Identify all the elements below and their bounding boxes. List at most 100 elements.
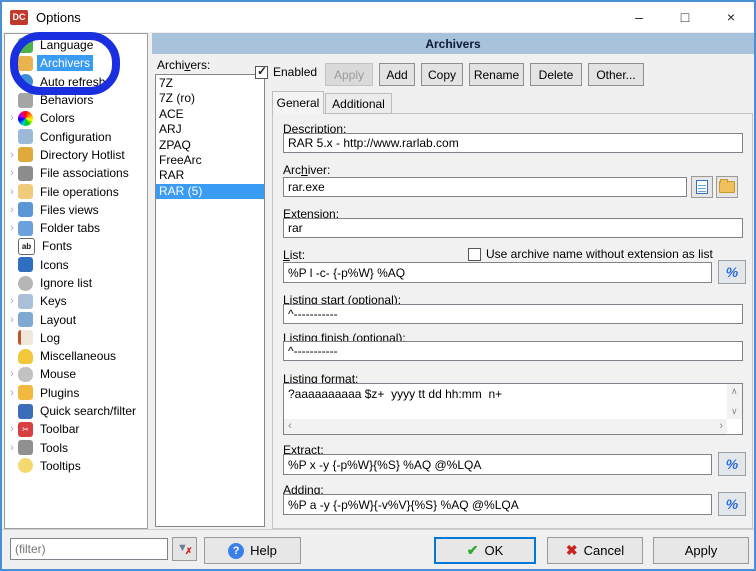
archiver-list-item-zpaq[interactable]: ZPAQ [156, 138, 264, 153]
use-archive-name-checkbox[interactable]: Use archive name without extension as li… [468, 247, 713, 261]
sidebar-item-folder-tabs[interactable]: › Folder tabs [5, 219, 147, 237]
sidebar-item-plugins[interactable]: › Plugins [5, 384, 147, 402]
sidebar-item-behaviors[interactable]: › Behaviors [5, 91, 147, 109]
options-tree: › Language › Archivers › Auto refresh › … [4, 33, 148, 529]
view-file-button[interactable] [691, 176, 713, 198]
sidebar-item-file-associations[interactable]: › File associations [5, 164, 147, 182]
archiver-list-item-rar-5[interactable]: RAR (5) [156, 184, 264, 199]
tree-item-icon [18, 147, 33, 162]
horizontal-scrollbar[interactable]: ‹ › [284, 419, 727, 434]
enabled-checkbox[interactable]: Enabled [255, 65, 317, 79]
sidebar-item-tooltips[interactable]: › Tooltips [5, 457, 147, 475]
adding-variables-button[interactable]: % [718, 492, 746, 516]
chevron-right-icon[interactable]: › [7, 314, 17, 326]
sidebar-item-files-views[interactable]: › Files views [5, 201, 147, 219]
chevron-right-icon[interactable]: › [7, 222, 17, 234]
sidebar-item-file-operations[interactable]: › File operations [5, 182, 147, 200]
close-button[interactable]: × [708, 2, 754, 32]
listing-start-input[interactable] [283, 304, 743, 324]
sidebar-item-auto-refresh[interactable]: › Auto refresh [5, 73, 147, 91]
archiver-list-item-arj[interactable]: ARJ [156, 122, 264, 137]
sidebar-item-mouse[interactable]: › Mouse [5, 365, 147, 383]
scroll-right-icon[interactable]: › [719, 422, 723, 431]
extract-variables-button[interactable]: % [718, 452, 746, 476]
chevron-right-icon[interactable]: › [7, 186, 17, 198]
footer-divider [2, 529, 754, 530]
apply-archiver-button: Apply [325, 63, 373, 86]
adding-command-input[interactable] [283, 494, 712, 515]
sidebar-item-layout[interactable]: › Layout [5, 310, 147, 328]
add-archiver-button[interactable]: Add [379, 63, 415, 86]
ok-button[interactable]: ✔ OK [434, 537, 536, 564]
apply-button[interactable]: Apply [653, 537, 749, 564]
sidebar-item-keys[interactable]: › Keys [5, 292, 147, 310]
chevron-right-icon[interactable]: › [7, 204, 17, 216]
tree-item-icon [18, 129, 33, 144]
extension-input[interactable] [283, 218, 743, 238]
tree-filter-input[interactable] [10, 538, 168, 560]
delete-archiver-button[interactable]: Delete [530, 63, 582, 86]
list-variables-button[interactable]: % [718, 260, 746, 284]
archiver-input[interactable] [283, 177, 687, 197]
tree-item-icon [18, 184, 33, 199]
sidebar-item-configuration[interactable]: › Configuration [5, 127, 147, 145]
chevron-right-icon[interactable]: › [7, 387, 17, 399]
checkbox-unchecked-icon[interactable] [468, 248, 481, 261]
listing-format-value: ?aaaaaaaaaa $z+ yyyy tt dd hh:mm n+ [288, 387, 724, 401]
scroll-up-icon[interactable]: ∧ [731, 387, 738, 396]
scroll-left-icon[interactable]: ‹ [288, 422, 292, 431]
sidebar-item-toolbar[interactable]: › ✂ Toolbar [5, 420, 147, 438]
sidebar-item-log[interactable]: › Log [5, 329, 147, 347]
enabled-label: Enabled [273, 65, 317, 79]
description-input[interactable] [283, 133, 743, 153]
tab-general[interactable]: General [272, 91, 324, 114]
list-command-input[interactable] [283, 262, 712, 283]
browse-archiver-button[interactable] [716, 176, 738, 198]
chevron-right-icon[interactable]: › [7, 112, 17, 124]
sidebar-item-language[interactable]: › Language [5, 36, 147, 54]
tab-additional[interactable]: Additional [325, 93, 392, 114]
sidebar-item-fonts[interactable]: › ab Fonts [5, 237, 147, 255]
archiver-list-item-ace[interactable]: ACE [156, 107, 264, 122]
archiver-list-item-freearc[interactable]: FreeArc [156, 153, 264, 168]
apply-label: Apply [685, 543, 718, 558]
extract-command-input[interactable] [283, 454, 712, 475]
vertical-scrollbar[interactable]: ∧ ∨ [727, 384, 742, 419]
tree-item-icon [18, 440, 33, 455]
chevron-right-icon[interactable]: › [7, 295, 17, 307]
chevron-right-icon[interactable]: › [7, 442, 17, 454]
folder-tool-icon [719, 181, 735, 193]
tree-item-icon [18, 257, 33, 272]
tree-item-icon [18, 93, 33, 108]
cancel-button[interactable]: ✖ Cancel [547, 537, 643, 564]
chevron-right-icon[interactable]: › [7, 423, 17, 435]
minimize-button[interactable]: – [616, 2, 662, 32]
sidebar-item-ignore-list[interactable]: › Ignore list [5, 274, 147, 292]
listing-finish-input[interactable] [283, 341, 743, 361]
chevron-right-icon[interactable]: › [7, 149, 17, 161]
use-archive-name-label: Use archive name without extension as li… [486, 247, 713, 261]
scroll-down-icon[interactable]: ∨ [731, 407, 738, 416]
tree-item-icon: ab [18, 238, 35, 255]
archiver-list-item-7z[interactable]: 7Z [156, 76, 264, 91]
sidebar-item-archivers[interactable]: › Archivers [5, 54, 147, 72]
other-archiver-button[interactable]: Other... [588, 63, 644, 86]
sidebar-item-tools[interactable]: › Tools [5, 439, 147, 457]
chevron-right-icon[interactable]: › [7, 368, 17, 380]
help-button[interactable]: ? Help [204, 537, 301, 564]
maximize-button[interactable]: □ [662, 2, 708, 32]
listing-format-textarea[interactable]: ?aaaaaaaaaa $z+ yyyy tt dd hh:mm n+ ∧ ∨ … [283, 383, 743, 435]
checkbox-checked-icon[interactable] [255, 66, 268, 79]
sidebar-item-directory-hotlist[interactable]: › Directory Hotlist [5, 146, 147, 164]
copy-archiver-button[interactable]: Copy [421, 63, 463, 86]
clear-filter-button[interactable]: ▼ ✗ [172, 537, 197, 561]
chevron-right-icon[interactable]: › [7, 167, 17, 179]
cancel-label: Cancel [584, 543, 624, 558]
sidebar-item-icons[interactable]: › Icons [5, 256, 147, 274]
archiver-list-item-7z-ro[interactable]: 7Z (ro) [156, 91, 264, 106]
rename-archiver-button[interactable]: Rename [469, 63, 524, 86]
archiver-list-item-rar[interactable]: RAR [156, 168, 264, 183]
sidebar-item-miscellaneous[interactable]: › Miscellaneous [5, 347, 147, 365]
sidebar-item-quick-search-filter[interactable]: › Quick search/filter [5, 402, 147, 420]
sidebar-item-colors[interactable]: › Colors [5, 109, 147, 127]
